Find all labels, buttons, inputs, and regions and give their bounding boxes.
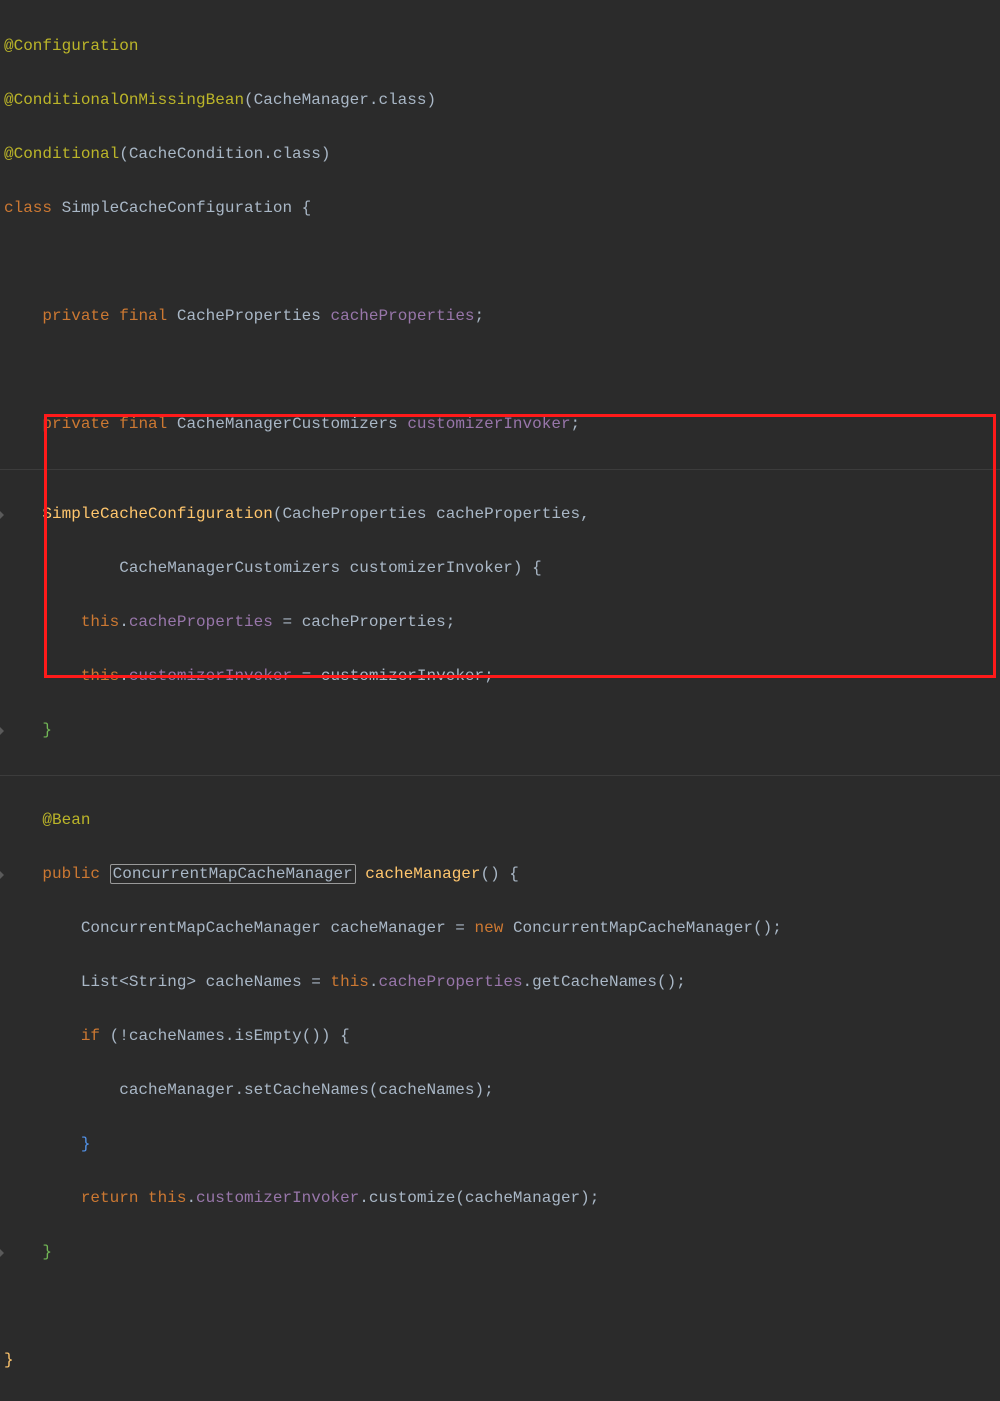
gutter-marker-icon bbox=[0, 727, 4, 735]
code-line bbox=[0, 1293, 1000, 1320]
gutter-marker-icon bbox=[0, 871, 4, 879]
code-line: @Conditional(CacheCondition.class) bbox=[0, 141, 1000, 168]
code-line: @Configuration bbox=[0, 33, 1000, 60]
code-line: } bbox=[0, 717, 1000, 744]
code-line: return this.customizerInvoker.customize(… bbox=[0, 1185, 1000, 1212]
code-line: } bbox=[0, 1347, 1000, 1374]
code-line bbox=[0, 357, 1000, 384]
annotation: @ConditionalOnMissingBean bbox=[4, 91, 244, 109]
code-line: ConcurrentMapCacheManager cacheManager =… bbox=[0, 915, 1000, 942]
code-line: @Bean bbox=[0, 807, 1000, 834]
gutter-marker-icon bbox=[0, 511, 4, 519]
annotation: @Conditional bbox=[4, 145, 119, 163]
code-line: this.customizerInvoker = customizerInvok… bbox=[0, 663, 1000, 690]
gutter-marker-icon bbox=[0, 1249, 4, 1257]
code-line: this.cacheProperties = cacheProperties; bbox=[0, 609, 1000, 636]
code-line: cacheManager.setCacheNames(cacheNames); bbox=[0, 1077, 1000, 1104]
code-line: if (!cacheNames.isEmpty()) { bbox=[0, 1023, 1000, 1050]
code-line: List<String> cacheNames = this.cacheProp… bbox=[0, 969, 1000, 996]
code-line bbox=[0, 249, 1000, 276]
code-line: @ConditionalOnMissingBean(CacheManager.c… bbox=[0, 87, 1000, 114]
code-line: CacheManagerCustomizers customizerInvoke… bbox=[0, 555, 1000, 582]
annotation: @Bean bbox=[42, 811, 90, 829]
code-line: class SimpleCacheConfiguration { bbox=[0, 195, 1000, 222]
annotation: @Configuration bbox=[4, 37, 138, 55]
code-editor[interactable]: @Configuration @ConditionalOnMissingBean… bbox=[0, 0, 1000, 1401]
code-line: SimpleCacheConfiguration(CacheProperties… bbox=[0, 501, 1000, 528]
code-line: public ConcurrentMapCacheManager cacheMa… bbox=[0, 861, 1000, 888]
code-line: private final CacheManagerCustomizers cu… bbox=[0, 411, 1000, 438]
code-line: private final CacheProperties cachePrope… bbox=[0, 303, 1000, 330]
code-line: } bbox=[0, 1239, 1000, 1266]
return-type-highlight: ConcurrentMapCacheManager bbox=[110, 864, 356, 884]
code-line: } bbox=[0, 1131, 1000, 1158]
